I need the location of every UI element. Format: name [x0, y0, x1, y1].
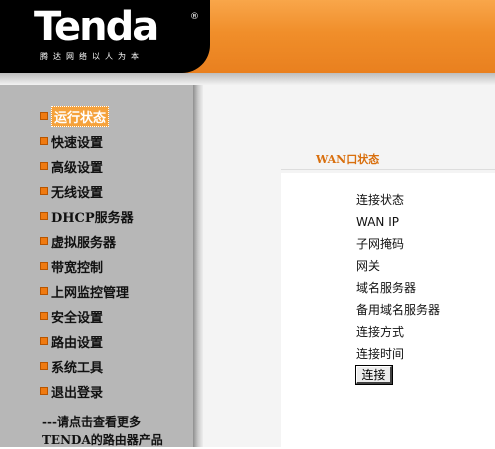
field-dns-server: 域名服务器 — [356, 281, 417, 295]
field-connection-type: 连接方式 — [356, 325, 405, 339]
bullet-icon — [40, 287, 48, 295]
connect-button[interactable]: 连接 — [355, 365, 393, 385]
bullet-icon — [40, 112, 48, 120]
bullet-icon — [40, 237, 48, 245]
sidebar-item-logout[interactable]: 退出登录 — [40, 381, 190, 401]
sidebar-item-advanced[interactable]: 高级设置 — [40, 156, 190, 176]
field-connection-status: 连接状态 — [356, 193, 405, 207]
registered-mark: ® — [190, 12, 199, 22]
sidebar-item-run-status[interactable]: 运行状态 — [40, 105, 190, 127]
logo-text: Tenda — [34, 4, 159, 50]
bullet-icon — [40, 162, 48, 170]
field-backup-dns: 备用域名服务器 — [356, 303, 441, 317]
field-wan-ip: WAN IP — [356, 215, 399, 229]
sidebar-item-label: DHCP服务器 — [51, 210, 134, 226]
more-products-line-1: ---请点击查看更多 — [42, 415, 141, 429]
field-gateway: 网关 — [356, 259, 381, 273]
sidebar-item-label: 带宽控制 — [51, 260, 104, 276]
sidebar-item-bandwidth[interactable]: 带宽控制 — [40, 256, 190, 276]
main-content: WAN口状态 连接状态 WAN IP 子网掩码 网关 域名服务器 备用域名服务器… — [203, 85, 495, 447]
more-products-link[interactable]: ---请点击查看更多 TENDA的路由器产品 — [42, 413, 192, 449]
bullet-icon — [40, 262, 48, 270]
sidebar-item-label: 虚拟服务器 — [51, 235, 117, 251]
sidebar-divider — [193, 85, 203, 447]
sidebar-item-label: 路由设置 — [51, 335, 104, 351]
sidebar-item-label: 快速设置 — [51, 135, 104, 151]
sidebar-item-label: 运行状态 — [51, 105, 110, 127]
bullet-icon — [40, 187, 48, 195]
sidebar-item-label: 高级设置 — [51, 160, 104, 176]
sidebar-item-routing[interactable]: 路由设置 — [40, 331, 190, 351]
bullet-icon — [40, 337, 48, 345]
section-title: WAN口状态 — [316, 153, 380, 166]
more-products-line-2: TENDA的路由器产品 — [42, 433, 163, 447]
sidebar-item-quick-setup[interactable]: 快速设置 — [40, 131, 190, 151]
sidebar-item-label: 系统工具 — [51, 360, 104, 376]
bullet-icon — [40, 362, 48, 370]
sidebar-item-label: 无线设置 — [51, 185, 104, 201]
sidebar-item-internet-monitor[interactable]: 上网监控管理 — [40, 281, 190, 301]
sidebar-item-label: 安全设置 — [51, 310, 104, 326]
bullet-icon — [40, 137, 48, 145]
bullet-icon — [40, 387, 48, 395]
header-bar: Tenda ® 腾达网络以人为本 — [0, 0, 495, 73]
sidebar-item-security[interactable]: 安全设置 — [40, 306, 190, 326]
header-shadow — [0, 73, 495, 85]
bullet-icon — [40, 212, 48, 220]
sidebar-item-virtual-server[interactable]: 虚拟服务器 — [40, 231, 190, 251]
sidebar-item-label: 上网监控管理 — [51, 285, 130, 301]
sidebar-item-system-tools[interactable]: 系统工具 — [40, 356, 190, 376]
brand-logo: Tenda ® 腾达网络以人为本 — [0, 0, 210, 73]
field-connection-time: 连接时间 — [356, 347, 405, 361]
sidebar-item-dhcp[interactable]: DHCP服务器 — [40, 206, 190, 226]
brand-slogan: 腾达网络以人为本 — [40, 52, 144, 61]
sidebar: 运行状态 快速设置 高级设置 无线设置 DHCP服务器 虚拟服务器 带宽控制 上… — [0, 85, 193, 447]
sidebar-item-wireless[interactable]: 无线设置 — [40, 181, 190, 201]
field-subnet-mask: 子网掩码 — [356, 237, 405, 251]
section-divider — [281, 169, 495, 170]
sidebar-item-label: 退出登录 — [51, 385, 104, 401]
bullet-icon — [40, 312, 48, 320]
